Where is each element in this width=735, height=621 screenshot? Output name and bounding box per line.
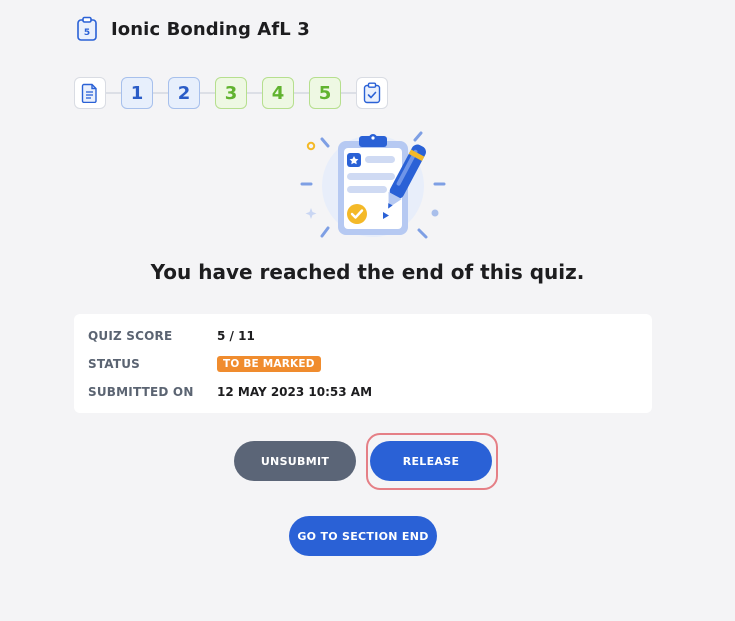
quiz-score-row: QUIZ SCORE 5 / 11 — [88, 326, 255, 346]
quiz-summary-card: QUIZ SCORE 5 / 11 STATUS TO BE MARKED SU… — [74, 314, 652, 413]
status-row: STATUS TO BE MARKED — [88, 354, 321, 374]
unsubmit-button[interactable]: UNSUBMIT — [234, 441, 356, 481]
submitted-on-row: SUBMITTED ON 12 MAY 2023 10:53 AM — [88, 382, 372, 402]
quiz-score-label: QUIZ SCORE — [88, 329, 173, 343]
step-question-5[interactable]: 5 — [309, 77, 341, 109]
quiz-header: 5 Ionic Bonding AfL 3 — [76, 15, 310, 43]
status-badge: TO BE MARKED — [217, 356, 321, 372]
step-summary[interactable] — [356, 77, 388, 109]
quiz-title: Ionic Bonding AfL 3 — [111, 18, 310, 40]
submitted-on-label: SUBMITTED ON — [88, 385, 194, 399]
end-of-quiz-message: You have reached the end of this quiz. — [150, 260, 585, 284]
step-question-4[interactable]: 4 — [262, 77, 294, 109]
status-label: STATUS — [88, 357, 141, 371]
step-question-2[interactable]: 2 — [168, 77, 200, 109]
step-question-1[interactable]: 1 — [121, 77, 153, 109]
step-instructions[interactable] — [74, 77, 106, 109]
clipboard-icon: 5 — [77, 16, 97, 41]
question-stepper: 1 2 3 4 5 — [74, 76, 388, 110]
step-question-3[interactable]: 3 — [215, 77, 247, 109]
quiz-score-value: 5 / 11 — [217, 329, 255, 343]
document-icon — [81, 83, 97, 103]
go-to-section-end-button[interactable]: GO TO SECTION END — [289, 516, 437, 556]
release-button[interactable]: RELEASE — [370, 441, 492, 481]
clipboard-pen-illustration — [300, 131, 446, 239]
svg-text:5: 5 — [84, 28, 90, 38]
clipboard-check-icon — [363, 82, 381, 104]
submitted-on-value: 12 MAY 2023 10:53 AM — [217, 385, 373, 399]
